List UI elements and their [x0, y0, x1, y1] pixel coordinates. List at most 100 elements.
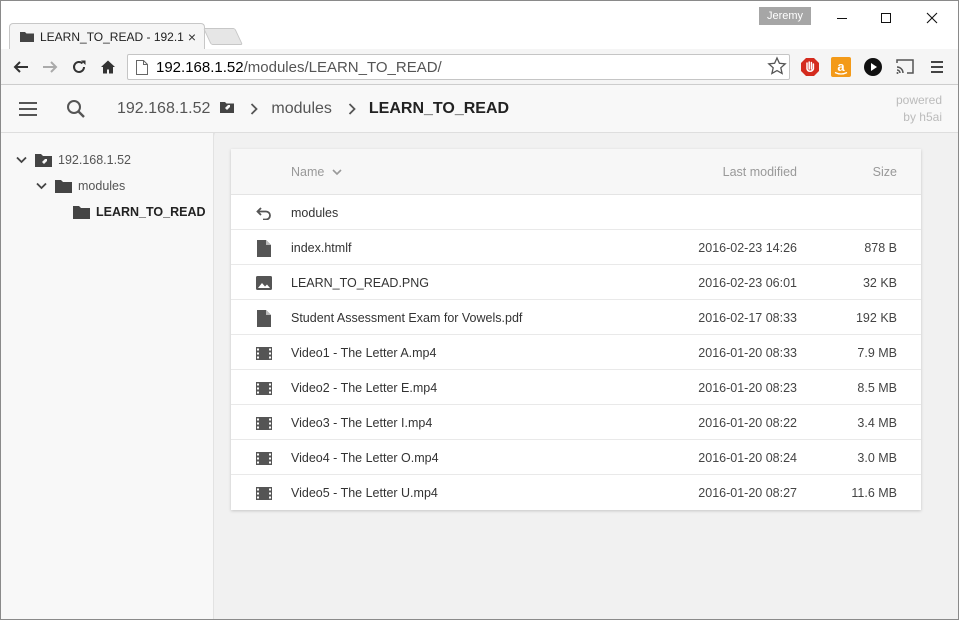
- video-icon: [255, 414, 273, 432]
- svg-text:a: a: [837, 59, 845, 74]
- file-modified: 2016-02-23 06:01: [698, 275, 797, 290]
- file-listing-area: Name Last modified Size modules index.ht…: [215, 133, 958, 619]
- sort-by-modified-header[interactable]: Last modified: [723, 149, 797, 195]
- cast-icon: [896, 59, 914, 74]
- file-row[interactable]: Video5 - The Letter U.mp4 2016-01-20 08:2…: [231, 475, 921, 510]
- maximize-button[interactable]: [866, 7, 906, 29]
- file-row[interactable]: Video3 - The Letter I.mp4 2016-01-20 08:2…: [231, 405, 921, 440]
- folder-parent-icon: [255, 204, 273, 222]
- home-icon: [101, 60, 115, 74]
- file-size: 11.6 MB: [851, 485, 897, 500]
- chevron-right-icon: [250, 103, 259, 115]
- arrow-right-icon: [43, 61, 58, 73]
- address-bar[interactable]: 192.168.1.52/modules/LEARN_TO_READ/: [127, 54, 790, 80]
- file-modified: 2016-02-17 08:33: [698, 310, 797, 325]
- folder-home-icon: [220, 100, 235, 118]
- file-modified: 2016-01-20 08:22: [698, 415, 797, 430]
- file-icon: [255, 309, 273, 327]
- tab-close-icon[interactable]: ×: [188, 30, 196, 44]
- file-modified: 2016-01-20 08:33: [698, 345, 797, 360]
- breadcrumb-label: 192.168.1.52: [117, 100, 211, 117]
- list-header: Name Last modified Size: [231, 149, 921, 195]
- sidebar-toggle-button[interactable]: [17, 99, 39, 119]
- video-icon: [255, 379, 273, 397]
- reload-button[interactable]: [67, 55, 91, 79]
- file-row[interactable]: Video1 - The Letter A.mp4 2016-01-20 08:3…: [231, 335, 921, 370]
- sort-by-size-header[interactable]: Size: [873, 149, 897, 195]
- arrow-left-icon: [13, 61, 28, 73]
- breadcrumb-item-modules[interactable]: modules: [271, 100, 331, 118]
- search-icon: [67, 100, 85, 118]
- parent-folder-row[interactable]: modules: [231, 195, 921, 230]
- file-size: 7.9 MB: [857, 345, 897, 360]
- new-tab-button[interactable]: [203, 28, 243, 45]
- h5ai-topbar: 192.168.1.52 modules LEARN_TO_READ power…: [1, 85, 958, 133]
- chevron-down-icon[interactable]: [15, 156, 27, 164]
- back-button[interactable]: [9, 55, 33, 79]
- video-icon: [255, 484, 273, 502]
- forward-button[interactable]: [38, 55, 62, 79]
- file-row[interactable]: Student Assessment Exam for Vowels.pdf 20…: [231, 300, 921, 335]
- file-name: Video3 - The Letter I.mp4: [291, 415, 433, 430]
- browser-tab[interactable]: LEARN_TO_READ - 192.168 ×: [9, 23, 205, 49]
- tree-item-label: 192.168.1.52: [58, 153, 131, 167]
- reload-icon: [73, 60, 86, 73]
- browser-window: LEARN_TO_READ - 192.168 × Jeremy 192.168…: [0, 0, 959, 620]
- tree-item-learn-to-read[interactable]: LEARN_TO_READ: [73, 201, 206, 223]
- file-name: Video1 - The Letter A.mp4: [291, 345, 437, 360]
- minimize-icon: [837, 18, 847, 19]
- url-path: /modules/LEARN_TO_READ/: [243, 58, 442, 76]
- adblock-extension-button[interactable]: [799, 56, 821, 78]
- tree-item-label: modules: [78, 179, 126, 193]
- minimize-button[interactable]: [822, 7, 862, 29]
- url-host: 192.168.1.52: [156, 58, 244, 76]
- search-button[interactable]: [65, 98, 87, 120]
- breadcrumb: 192.168.1.52 modules LEARN_TO_READ: [117, 85, 509, 133]
- file-size: 878 B: [864, 240, 897, 255]
- close-icon: [926, 12, 938, 24]
- file-size: 3.0 MB: [857, 450, 897, 465]
- file-name: Video5 - The Letter U.mp4: [291, 485, 438, 500]
- powered-by-link[interactable]: powered by h5ai: [896, 92, 942, 126]
- powered-line2: by h5ai: [903, 110, 942, 124]
- page-icon: [136, 59, 148, 75]
- browser-menu-button[interactable]: [926, 56, 948, 78]
- bookmark-star-icon[interactable]: [767, 56, 787, 80]
- menu-icon: [931, 61, 943, 73]
- close-window-button[interactable]: [912, 7, 952, 29]
- profile-button[interactable]: Jeremy: [759, 7, 811, 25]
- folder-tree: 192.168.1.52 modules LEARN_TO_READ: [1, 133, 214, 619]
- tree-item-modules[interactable]: modules: [35, 175, 125, 197]
- play-extension-button[interactable]: [862, 56, 884, 78]
- tree-item-root[interactable]: 192.168.1.52: [15, 149, 131, 171]
- file-name: Video2 - The Letter E.mp4: [291, 380, 438, 395]
- folder-icon: [73, 205, 90, 219]
- file-size: 192 KB: [855, 310, 897, 325]
- tree-item-label: LEARN_TO_READ: [96, 205, 206, 219]
- video-icon: [255, 344, 273, 362]
- sort-by-name-header[interactable]: Name: [291, 149, 342, 195]
- amazon-extension-button[interactable]: a: [830, 56, 852, 78]
- file-name: Video4 - The Letter O.mp4: [291, 450, 439, 465]
- home-button[interactable]: [96, 55, 120, 79]
- stop-hand-icon: [801, 58, 819, 76]
- tab-title: LEARN_TO_READ - 192.168: [40, 29, 184, 44]
- file-row[interactable]: index.htmlf 2016-02-23 14:26 878 B: [231, 230, 921, 265]
- file-name: index.htmlf: [291, 240, 352, 255]
- amazon-icon: a: [831, 57, 851, 77]
- folder-icon: [55, 179, 72, 193]
- file-row[interactable]: Video4 - The Letter O.mp4 2016-01-20 08:2…: [231, 440, 921, 475]
- file-size: 3.4 MB: [857, 415, 897, 430]
- file-modified: 2016-01-20 08:23: [698, 380, 797, 395]
- file-size: 32 KB: [862, 275, 897, 290]
- maximize-icon: [881, 13, 891, 23]
- cast-button[interactable]: [894, 56, 916, 78]
- chevron-down-icon[interactable]: [35, 182, 47, 190]
- breadcrumb-item-root[interactable]: 192.168.1.52: [117, 100, 235, 118]
- file-row[interactable]: Video2 - The Letter E.mp4 2016-01-20 08:2…: [231, 370, 921, 405]
- file-row[interactable]: LEARN_TO_READ.PNG 2016-02-23 06:01 32 KB: [231, 265, 921, 300]
- file-icon: [255, 239, 273, 257]
- breadcrumb-item-current[interactable]: LEARN_TO_READ: [369, 100, 509, 118]
- video-icon: [255, 449, 273, 467]
- powered-line1: powered: [895, 93, 942, 107]
